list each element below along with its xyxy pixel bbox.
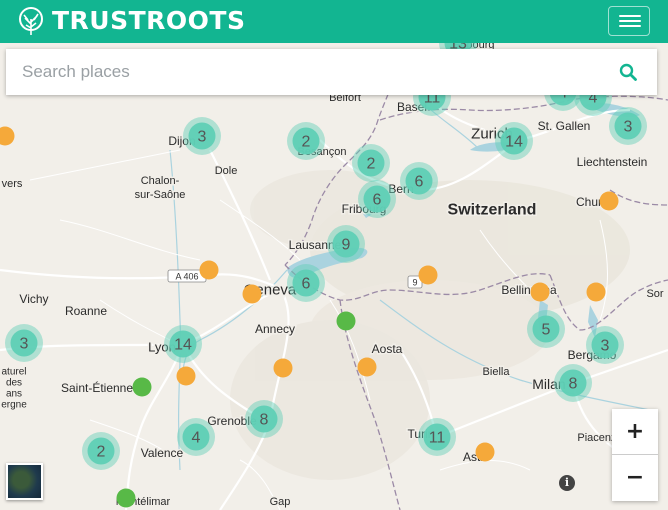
host-cluster[interactable]: 5 [527, 310, 565, 348]
host-cluster[interactable]: 14 [495, 122, 533, 160]
place-label: Switzerland [448, 202, 537, 219]
place-label: aturel [1, 367, 26, 378]
place-label: Liechtenstein [577, 155, 648, 169]
host-marker-yes[interactable] [273, 358, 293, 378]
zoom-control: + − [612, 409, 658, 501]
host-marker-yes[interactable] [530, 282, 550, 302]
host-marker-yes[interactable] [599, 191, 619, 211]
host-cluster[interactable]: 2 [287, 122, 325, 160]
cluster-count: 14 [174, 337, 192, 354]
search-box [6, 49, 657, 95]
cluster-count: 11 [429, 430, 446, 447]
cluster-count: 2 [367, 156, 376, 173]
satellite-layer-button[interactable] [6, 463, 43, 500]
host-cluster[interactable]: 6 [400, 162, 438, 200]
host-marker-yes[interactable] [357, 357, 377, 377]
host-marker-yes[interactable] [176, 366, 196, 386]
place-label: Biella [483, 366, 511, 378]
host-cluster[interactable]: 3 [183, 117, 221, 155]
host-cluster[interactable]: 3 [609, 107, 647, 145]
cluster-count: 8 [569, 376, 578, 393]
cluster-count: 3 [601, 338, 610, 355]
host-marker-yes[interactable] [199, 260, 219, 280]
info-icon[interactable]: i [559, 475, 575, 491]
host-marker-yes[interactable] [418, 265, 438, 285]
place-label: des [6, 378, 22, 389]
host-cluster[interactable]: 14 [164, 325, 202, 363]
top-navbar: TRUSTROOTS [0, 0, 668, 43]
cluster-count: 14 [505, 134, 523, 151]
place-label: ergne [1, 400, 27, 411]
cluster-count: 6 [302, 276, 311, 293]
brand-logo[interactable]: TRUSTROOTS [16, 6, 245, 36]
place-label: Valence [141, 446, 184, 460]
host-cluster[interactable]: 4 [177, 418, 215, 456]
search-input[interactable] [6, 49, 628, 95]
host-marker-maybe[interactable] [132, 377, 152, 397]
menu-button[interactable] [608, 6, 650, 36]
host-cluster[interactable]: 3 [586, 326, 624, 364]
place-label: Roanne [65, 304, 107, 318]
cluster-count: 8 [260, 412, 269, 429]
cluster-count: 3 [198, 129, 207, 146]
search-icon[interactable] [619, 63, 637, 81]
host-marker-yes[interactable] [586, 282, 606, 302]
host-marker-yes[interactable] [242, 284, 262, 304]
host-marker-yes[interactable] [475, 442, 495, 462]
host-cluster[interactable]: 2 [352, 144, 390, 182]
zoom-out-button[interactable]: − [612, 455, 658, 501]
cluster-count: 9 [342, 237, 351, 254]
cluster-count: 2 [97, 444, 106, 461]
place-label: Saint-Étienne [61, 380, 133, 395]
road-shield-label: A 406 [175, 272, 198, 282]
host-cluster[interactable]: 11 [418, 418, 456, 456]
place-label: Aosta [372, 342, 403, 356]
tree-logo-icon [19, 7, 43, 35]
place-label: vers [2, 178, 23, 190]
place-label: Annecy [255, 322, 295, 336]
brand-name: TRUSTROOTS [52, 6, 246, 35]
menu-bar-icon [619, 25, 641, 27]
place-label: Chalon- [141, 175, 180, 187]
host-cluster[interactable]: 6 [287, 264, 325, 302]
host-cluster[interactable]: 8 [554, 364, 592, 402]
place-label: St. Gallen [538, 119, 591, 133]
place-label: ans [6, 389, 22, 400]
zoom-in-button[interactable]: + [612, 409, 658, 455]
place-label: Sor [646, 288, 663, 300]
cluster-count: 3 [624, 119, 633, 136]
place-label: Vichy [19, 292, 48, 306]
cluster-count: 3 [20, 336, 29, 353]
menu-bar-icon [619, 20, 641, 22]
host-cluster[interactable]: 3 [5, 324, 43, 362]
host-cluster[interactable]: 8 [245, 400, 283, 438]
cluster-count: 6 [415, 174, 424, 191]
cluster-count: 4 [192, 430, 201, 447]
place-label: Chur [576, 195, 602, 209]
road-shield-label: 9 [412, 278, 417, 288]
place-label: Gap [270, 496, 291, 508]
cluster-count: 6 [373, 192, 382, 209]
host-cluster[interactable]: 2 [82, 432, 120, 470]
menu-bar-icon [619, 15, 641, 17]
place-label: Dole [215, 165, 238, 177]
cluster-count: 5 [542, 322, 551, 339]
cluster-count: 2 [302, 134, 311, 151]
host-marker-maybe[interactable] [336, 311, 356, 331]
host-cluster[interactable]: 6 [358, 180, 396, 218]
host-cluster[interactable]: 9 [327, 225, 365, 263]
host-marker-maybe[interactable] [116, 488, 136, 508]
place-label: sur-Saône [135, 189, 186, 201]
